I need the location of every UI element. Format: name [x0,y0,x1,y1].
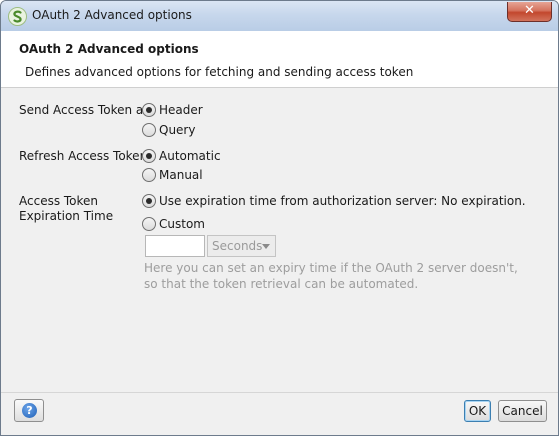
refresh-manual-radio[interactable] [142,168,156,182]
window-title: OAuth 2 Advanced options [32,8,192,22]
help-button[interactable]: ? [14,399,44,422]
expiration-custom-radio[interactable] [142,217,156,231]
expiry-hint-line1: Here you can set an expiry time if the O… [144,261,518,275]
expiration-custom-label[interactable]: Custom [159,217,205,231]
expiry-unit-value: Seconds [212,239,263,253]
expiration-label-line1: Access Token [19,194,99,208]
page-title: OAuth 2 Advanced options [19,42,199,56]
close-icon: ✕ [524,3,535,18]
send-token-query-radio[interactable] [142,123,156,137]
send-token-header-radio[interactable] [142,103,156,117]
refresh-automatic-label[interactable]: Automatic [159,149,221,163]
refresh-manual-label[interactable]: Manual [159,168,203,182]
custom-expiry-input[interactable] [145,235,205,257]
refresh-token-label: Refresh Access Token: [19,149,152,163]
cancel-button[interactable]: Cancel [498,400,547,422]
send-token-label: Send Access Token as: [19,103,154,117]
expiration-server-radio[interactable] [142,194,156,208]
refresh-automatic-radio[interactable] [142,149,156,163]
ok-button[interactable]: OK [464,400,491,422]
expiration-label-line2: Expiration Time [19,209,114,223]
footer-divider [1,392,558,393]
expiry-unit-select[interactable]: Seconds [207,235,276,257]
dialog-window: OAuth 2 Advanced options ✕ OAuth 2 Advan… [0,0,559,436]
send-token-header-label[interactable]: Header [159,103,203,117]
send-token-query-label[interactable]: Query [159,123,195,137]
title-bar[interactable]: OAuth 2 Advanced options ✕ [1,1,558,31]
expiry-hint-line2: so that the token retrieval can be autom… [144,277,419,291]
app-logo-icon [8,7,27,26]
help-icon: ? [22,403,37,418]
header-panel [1,31,558,88]
chevron-down-icon [262,244,270,249]
page-description: Defines advanced options for fetching an… [25,65,414,79]
close-button[interactable]: ✕ [507,2,552,22]
expiration-server-label[interactable]: Use expiration time from authorization s… [159,194,526,208]
